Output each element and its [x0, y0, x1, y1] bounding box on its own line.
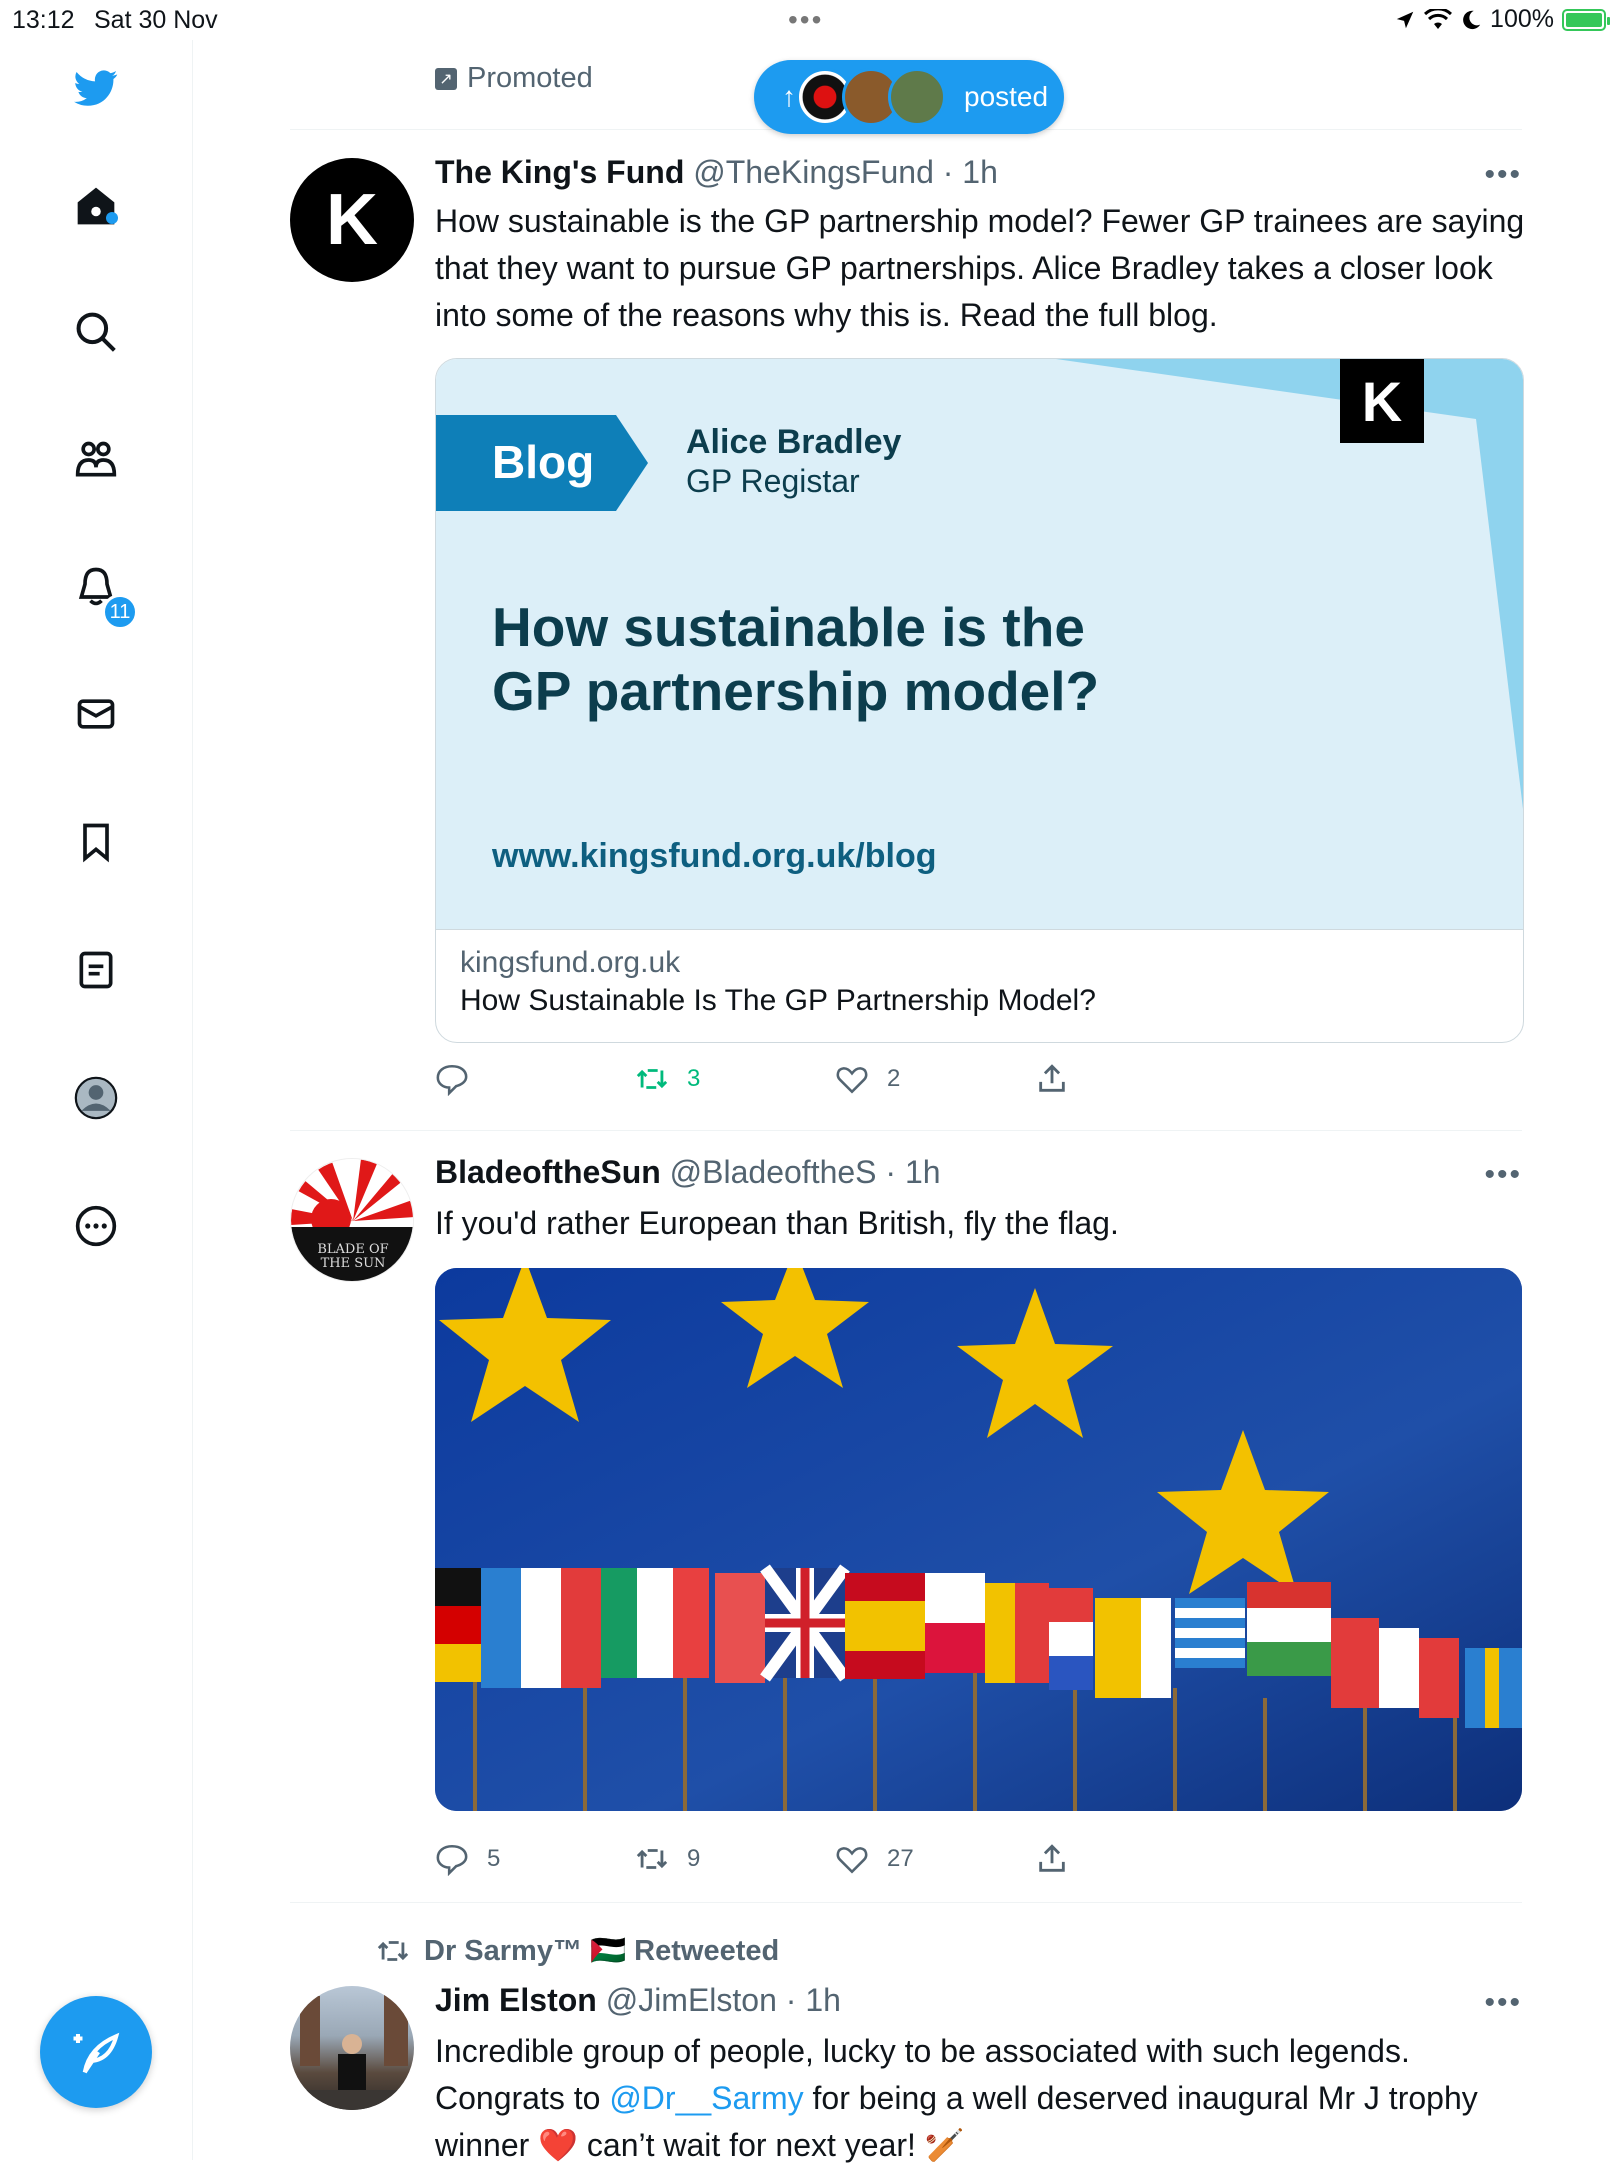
more-options-icon[interactable] — [70, 1200, 122, 1252]
sidebar: 11 — [0, 40, 193, 2160]
heart-icon — [836, 1847, 868, 1874]
author-handle[interactable]: @BladeoftheS — [670, 1154, 877, 1190]
card-headline-2: GP partnership model? — [492, 660, 1100, 722]
home-icon[interactable] — [70, 180, 122, 232]
link-card[interactable]: K Blog Alice Bradley GP Registar How sus… — [435, 358, 1524, 1043]
tweet-actions: 3 2 — [435, 1062, 1135, 1102]
card-logo: K — [1340, 359, 1424, 443]
card-domain: kingsfund.org.uk — [460, 946, 681, 979]
reply-icon — [436, 1064, 468, 1096]
tweet-text: Incredible group of people, lucky to be … — [435, 2033, 1478, 2163]
divider — [290, 1130, 1522, 1131]
card-title: How Sustainable Is The GP Partnership Mo… — [460, 984, 1096, 1017]
share-icon — [1039, 1844, 1065, 1872]
reply-button[interactable]: 5 — [435, 1842, 500, 1876]
avatar-text: BLADE OF THE SUN — [317, 1242, 389, 1271]
eu-flags-image — [435, 1268, 1522, 1811]
author-name[interactable]: The King's Fund — [435, 154, 684, 190]
share-button[interactable] — [1035, 1062, 1069, 1096]
promoted-label: ↗ Promoted — [435, 62, 593, 95]
messages-icon[interactable] — [70, 688, 122, 740]
tweet-time[interactable]: 1h — [805, 1982, 841, 2018]
author-handle[interactable]: @TheKingsFund — [693, 154, 934, 190]
battery-icon — [1562, 8, 1610, 31]
card-image: K Blog Alice Bradley GP Registar How sus… — [436, 359, 1523, 929]
card-headline-1: How sustainable is the — [492, 596, 1085, 658]
promoted-icon: ↗ — [435, 67, 457, 90]
reply-icon — [436, 1844, 468, 1876]
search-icon[interactable] — [70, 306, 122, 358]
lists-icon[interactable] — [70, 944, 122, 996]
status-time: 13:12 — [12, 6, 75, 34]
compose-feather-icon — [73, 2032, 120, 2074]
tweet-actions: 5 9 27 — [435, 1842, 1135, 1882]
share-icon — [1039, 1064, 1065, 1092]
card-footer: kingsfund.org.uk How Sustainable Is The … — [436, 929, 1523, 1042]
tweet-photo[interactable] — [435, 1268, 1522, 1811]
tweet-text: How sustainable is the GP partnership mo… — [435, 203, 1525, 333]
twitter-logo-icon[interactable] — [70, 62, 122, 114]
author-name[interactable]: Jim Elston — [435, 1982, 597, 2018]
retweet-icon — [636, 1849, 668, 1869]
new-posts-avatars — [796, 68, 946, 126]
tweet-header: Jim Elston @JimElston · 1h — [435, 1982, 841, 2018]
like-button[interactable]: 2 — [835, 1062, 900, 1096]
retweet-icon — [636, 1069, 668, 1089]
compose-tweet-button[interactable] — [40, 1996, 152, 2108]
multitasking-dots-icon[interactable]: ••• — [788, 4, 823, 36]
avatar-image — [290, 1992, 414, 2110]
more-menu-icon[interactable]: ••• — [1484, 1986, 1522, 2020]
card-author-role: GP Registar — [686, 463, 860, 499]
tweet[interactable]: BLADE OF THE SUN BladeoftheSun @Bladeoft… — [290, 1150, 1522, 1876]
moon-icon — [1463, 10, 1481, 29]
avatar[interactable]: K — [290, 158, 414, 282]
retweeted-by-row: Dr Sarmy™ 🇵🇸 Retweeted — [376, 1934, 779, 1968]
notifications-badge: 11 — [102, 594, 138, 630]
profile-avatar-icon[interactable] — [70, 1072, 122, 1124]
tweet[interactable]: Dr Sarmy™ 🇵🇸 Retweeted Jim Elston @JimEl… — [290, 1920, 1522, 2163]
share-button[interactable] — [1035, 1842, 1069, 1876]
retweeted-by-text[interactable]: Dr Sarmy™ 🇵🇸 Retweeted — [424, 1934, 779, 1968]
status-bar: 13:12 Sat 30 Nov ••• 100% — [0, 0, 1620, 40]
more-menu-icon[interactable]: ••• — [1484, 158, 1522, 192]
tweet-header: BladeoftheSun @BladeoftheS · 1h — [435, 1154, 941, 1190]
tweet-time[interactable]: 1h — [905, 1154, 941, 1190]
bookmarks-icon[interactable] — [70, 816, 122, 868]
status-date: Sat 30 Nov — [94, 6, 218, 34]
card-author: Alice Bradley — [686, 423, 902, 461]
tweet-header: The King's Fund @TheKingsFund · 1h — [435, 154, 998, 190]
wifi-icon — [1424, 8, 1453, 29]
battery-percent: 100% — [1490, 5, 1554, 33]
new-posts-pill[interactable]: ↑ posted — [754, 60, 1064, 134]
communities-icon[interactable] — [70, 434, 122, 486]
retweet-icon — [377, 1941, 409, 1961]
like-button[interactable]: 27 — [835, 1842, 914, 1876]
status-indicators: 100% — [1394, 5, 1610, 34]
card-url-text: www.kingsfund.org.uk/blog — [492, 837, 937, 875]
tweet-text: If you'd rather European than British, f… — [435, 1205, 1119, 1241]
avatar — [888, 68, 946, 126]
retweet-button[interactable]: 3 — [635, 1062, 700, 1096]
author-name[interactable]: BladeoftheSun — [435, 1154, 661, 1190]
more-menu-icon[interactable]: ••• — [1484, 1158, 1522, 1192]
arrow-up-icon: ↑ — [782, 81, 796, 112]
reply-button[interactable] — [435, 1062, 487, 1096]
tweet-time[interactable]: 1h — [962, 154, 998, 190]
retweet-button[interactable]: 9 — [635, 1842, 700, 1876]
card-tag: Blog — [492, 436, 595, 488]
location-icon — [1396, 11, 1414, 28]
heart-icon — [836, 1067, 868, 1094]
avatar[interactable] — [290, 1986, 414, 2110]
mention-link[interactable]: @Dr__Sarmy — [609, 2080, 803, 2116]
avatar[interactable]: BLADE OF THE SUN — [290, 1158, 414, 1282]
author-handle[interactable]: @JimElston — [606, 1982, 777, 2018]
divider — [290, 1902, 1522, 1903]
home-unread-dot — [106, 212, 118, 224]
tweet[interactable]: K The King's Fund @TheKingsFund · 1h •••… — [290, 150, 1525, 1110]
